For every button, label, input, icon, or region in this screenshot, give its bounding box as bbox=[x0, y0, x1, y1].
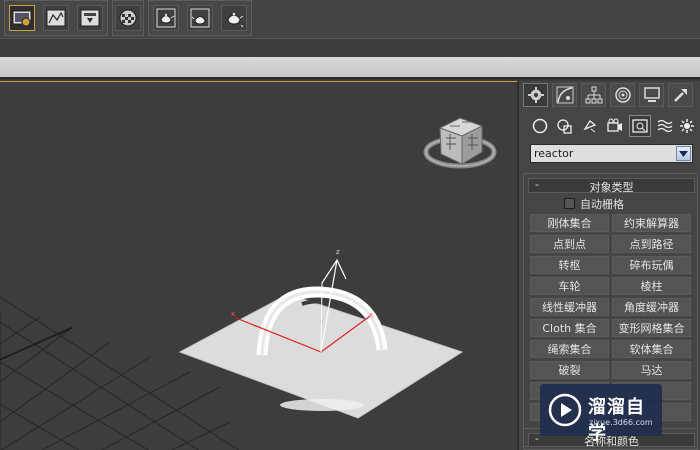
geometry-icon[interactable] bbox=[529, 115, 551, 137]
app-window: z x x reactor - 对象类型 自动栅格 刚体集合 约束解算器 点到点… bbox=[0, 0, 700, 450]
ragdoll-button[interactable]: 碎布玩偶 bbox=[612, 256, 691, 274]
toolbar-strip bbox=[0, 38, 700, 57]
point-to-path-button[interactable]: 点到路径 bbox=[612, 235, 691, 253]
cloth-collection-button[interactable]: Cloth 集合 bbox=[530, 319, 609, 337]
rope-collection-button[interactable]: 绳索集合 bbox=[530, 340, 609, 358]
display-tab[interactable] bbox=[639, 83, 664, 107]
watermark-url: zixue.3d66.com bbox=[589, 418, 653, 427]
auto-grid-checkbox[interactable]: 自动栅格 bbox=[564, 196, 624, 211]
lights-icon[interactable] bbox=[579, 115, 601, 137]
angular-dashpot-button[interactable]: 角度缓冲器 bbox=[612, 298, 691, 316]
utilities-tab[interactable] bbox=[668, 83, 693, 107]
modify-tab[interactable] bbox=[552, 83, 577, 107]
chevron-down-icon[interactable] bbox=[676, 146, 691, 161]
rollout-title: 对象类型 bbox=[589, 181, 634, 194]
helpers-icon[interactable] bbox=[629, 115, 651, 137]
auto-grid-label: 自动栅格 bbox=[580, 197, 624, 211]
view-cube[interactable] bbox=[423, 117, 497, 169]
material-toolbar-group bbox=[112, 0, 144, 36]
point-to-point-button[interactable]: 点到点 bbox=[530, 235, 609, 253]
linear-dashpot-button[interactable]: 线性缓冲器 bbox=[530, 298, 609, 316]
render-teapot-icon[interactable] bbox=[187, 5, 213, 31]
systems-icon[interactable] bbox=[676, 115, 698, 137]
render-teapot-icon[interactable] bbox=[221, 5, 247, 31]
motor-button[interactable]: 马达 bbox=[612, 361, 691, 379]
rendered-frame-window-icon[interactable] bbox=[43, 5, 69, 31]
watermark-logo-icon bbox=[548, 393, 582, 427]
teapot-toolbar-group bbox=[148, 0, 252, 36]
render-production-icon[interactable] bbox=[77, 5, 103, 31]
command-panel-tabs bbox=[523, 83, 698, 107]
prismatic-button[interactable]: 棱柱 bbox=[612, 277, 691, 295]
fracture-button[interactable]: 破裂 bbox=[530, 361, 609, 379]
create-subcategory-icons bbox=[525, 115, 697, 137]
hierarchy-tab[interactable] bbox=[581, 83, 606, 107]
axis-label-x: x bbox=[231, 310, 235, 318]
constraint-solver-button[interactable]: 约束解算器 bbox=[612, 214, 691, 232]
material-editor-icon[interactable] bbox=[115, 5, 141, 31]
rigid-body-collection-button[interactable]: 刚体集合 bbox=[530, 214, 609, 232]
cameras-icon[interactable] bbox=[604, 115, 626, 137]
main-toolbar bbox=[0, 0, 700, 38]
axis-label-z: z bbox=[336, 248, 340, 256]
soft-body-collection-button[interactable]: 软体集合 bbox=[612, 340, 691, 358]
create-tab[interactable] bbox=[523, 83, 548, 107]
render-setup-icon[interactable] bbox=[9, 5, 35, 31]
watermark-badge: 溜溜自学 zixue.3d66.com bbox=[540, 384, 662, 444]
category-dropdown[interactable]: reactor bbox=[530, 144, 693, 163]
shapes-icon[interactable] bbox=[554, 115, 576, 137]
home-grid bbox=[0, 296, 240, 450]
render-teapot-icon[interactable] bbox=[153, 5, 179, 31]
viewport-label-bar bbox=[0, 57, 700, 79]
render-toolbar-group bbox=[4, 0, 108, 36]
deforming-mesh-collection-button[interactable]: 变形网格集合 bbox=[612, 319, 691, 337]
motion-tab[interactable] bbox=[610, 83, 635, 107]
object-type-rollout-header[interactable]: - 对象类型 bbox=[528, 178, 695, 194]
space-warps-icon[interactable] bbox=[654, 115, 676, 137]
hinge-button[interactable]: 转枢 bbox=[530, 256, 609, 274]
perspective-viewport[interactable]: z x x bbox=[0, 81, 517, 450]
axis-label-y: x bbox=[369, 311, 373, 319]
wheel-button[interactable]: 车轮 bbox=[530, 277, 609, 295]
viewport-scene: z x x bbox=[0, 117, 497, 450]
checkbox-box[interactable] bbox=[564, 198, 575, 209]
category-dropdown-value: reactor bbox=[534, 147, 574, 160]
